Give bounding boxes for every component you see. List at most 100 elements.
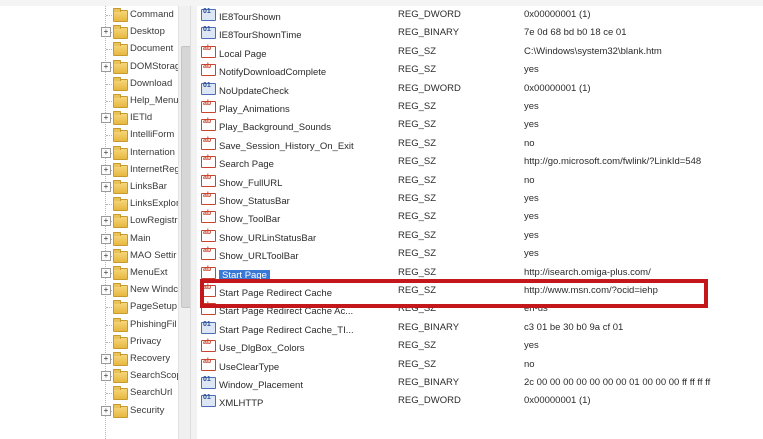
expand-toggle-icon[interactable]: + [101, 405, 111, 416]
expand-toggle-icon[interactable]: + [101, 182, 111, 192]
tree-item-label: DOMStorag [130, 60, 181, 72]
value-row[interactable]: Play_Animations REG_SZ yes [197, 99, 763, 117]
expand-toggle-icon[interactable]: + [101, 268, 111, 278]
tree-item[interactable]: Command [0, 7, 190, 24]
expand-toggle-icon[interactable]: + [101, 250, 111, 261]
expand-toggle-icon[interactable]: + [101, 216, 111, 227]
tree-item[interactable]: SearchUrl [0, 385, 190, 402]
value-row[interactable]: Show_URLinStatusBar REG_SZ yes [197, 228, 763, 246]
tree-item-label: SearchUrl [130, 387, 173, 399]
tree-item[interactable]: + Security [0, 403, 190, 420]
value-row[interactable]: Show_StatusBar REG_SZ yes [197, 191, 763, 209]
folder-icon [113, 403, 128, 418]
tree-item[interactable]: + Recovery [0, 351, 190, 368]
value-data: yes [524, 229, 539, 241]
expand-toggle-icon[interactable]: + [101, 354, 111, 364]
value-row[interactable]: UseClearType REG_SZ no [197, 357, 763, 375]
value-row[interactable]: Play_Background_Sounds REG_SZ yes [197, 117, 763, 135]
value-name-text: Save_Session_History_On_Exit [219, 140, 354, 152]
value-name-text: UseClearType [219, 361, 280, 373]
expand-toggle-icon[interactable]: + [101, 61, 111, 72]
value-type: REG_SZ [398, 119, 437, 131]
value-row[interactable]: IE8TourShownTime REG_BINARY 7e 0d 68 bd b0… [197, 25, 763, 43]
tree-item[interactable]: + DOMStorag [0, 59, 190, 76]
tree-item[interactable]: + Main [0, 231, 190, 248]
tree-item[interactable]: Privacy [0, 334, 190, 351]
value-data: yes [524, 193, 539, 204]
tree-scrollbar[interactable] [178, 6, 190, 439]
value-row[interactable]: Save_Session_History_On_Exit REG_SZ no [197, 136, 763, 154]
expand-toggle-icon[interactable]: + [101, 164, 111, 175]
value-name: Save_Session_History_On_Exit [201, 137, 354, 152]
value-name-text: Show_ToolBar [219, 214, 281, 226]
expand-toggle-icon[interactable]: + [101, 371, 111, 382]
value-row[interactable]: Show_URLToolBar REG_SZ yes [197, 246, 763, 264]
tree-item[interactable]: + MAO Settir [0, 248, 190, 265]
value-data: http://go.microsoft.com/fwlink/?LinkId=5… [524, 156, 702, 168]
tree-item-label: LinksBar [130, 181, 167, 192]
tree-item[interactable]: + New Windc [0, 282, 190, 299]
value-row[interactable]: NotifyDownloadComplete REG_SZ yes [197, 62, 763, 80]
tree-item[interactable]: LinksExplor [0, 196, 190, 213]
value-row[interactable]: Local Page REG_SZ C:\Windows\system32\blan… [197, 44, 763, 62]
value-type: REG_SZ [398, 266, 437, 278]
tree-item-label: Desktop [130, 26, 165, 38]
registry-tree-pane[interactable]: Command + Desktop Document + DOMStorag Downloa… [0, 6, 190, 439]
tree-item[interactable]: + LinksBar [0, 179, 190, 196]
value-row[interactable]: Window_Placement REG_BINARY 2c 00 00 00 00… [197, 375, 763, 393]
value-row[interactable]: Use_DlgBox_Colors REG_SZ yes [197, 338, 763, 356]
tree-item[interactable]: + Desktop [0, 24, 190, 41]
value-data: yes [524, 64, 539, 76]
string-value-icon [201, 137, 216, 150]
tree-item[interactable]: IntelliForm [0, 127, 190, 144]
value-row[interactable]: Show_ToolBar REG_SZ yes [197, 209, 763, 227]
tree-item[interactable]: + IETld [0, 110, 190, 127]
value-name-text: Play_Background_Sounds [219, 122, 331, 134]
value-type: REG_SZ [398, 174, 437, 186]
tree-item-label: Internation [130, 146, 175, 158]
expand-toggle-icon[interactable]: + [101, 27, 111, 38]
string-value-icon [201, 339, 216, 353]
value-row[interactable]: XMLHTTP REG_DWORD 0x00000001 (1) [197, 393, 763, 411]
folder-icon [113, 76, 128, 91]
tree-scrollbar-thumb[interactable] [181, 46, 190, 308]
expand-toggle-icon[interactable]: + [101, 285, 111, 296]
value-type: REG_DWORD [398, 395, 461, 407]
binary-value-icon [201, 8, 216, 21]
value-name: Start Page Redirect Cache_TI... [201, 321, 354, 336]
tree-item-label: MAO Settir [130, 249, 177, 261]
tree-item[interactable]: Download [0, 76, 190, 93]
value-name: Local Page [201, 45, 267, 60]
value-data: yes [524, 211, 539, 223]
value-row[interactable]: NoUpdateCheck REG_DWORD 0x00000001 (1) [197, 81, 763, 99]
value-type: REG_SZ [398, 45, 437, 57]
folder-icon [113, 145, 128, 160]
value-data: 0x00000001 (1) [524, 395, 591, 407]
expand-toggle-icon[interactable]: + [101, 233, 111, 244]
tree-item[interactable]: PhishingFil [0, 317, 190, 334]
string-value-icon [201, 100, 216, 113]
value-name-text: IE8TourShown [219, 12, 281, 23]
tree-item[interactable]: + LowRegistr [0, 213, 190, 230]
expand-toggle-icon[interactable]: + [101, 113, 111, 124]
tree-item[interactable]: Document [0, 41, 190, 58]
value-type: REG_BINARY [398, 27, 460, 39]
value-name: NotifyDownloadComplete [201, 63, 326, 78]
tree-item[interactable]: Help_Menu [0, 93, 190, 110]
tree-item[interactable]: + InternetReg [0, 162, 190, 179]
registry-values-pane[interactable]: IE8TourShownREG_DWORD0x00000001 (1)IE8To… [197, 6, 763, 439]
string-value-icon [201, 118, 216, 132]
value-name-text: Show_StatusBar [219, 196, 290, 207]
value-row[interactable]: IE8TourShown REG_DWORD 0x00000001 (1) [197, 7, 763, 25]
registry-editor-window: Command + Desktop Document + DOMStorag Downloa… [0, 0, 763, 439]
tree-item[interactable]: + MenuExt [0, 265, 190, 282]
tree-item[interactable]: + SearchScop [0, 368, 190, 385]
folder-icon [113, 283, 128, 298]
expand-toggle-icon[interactable]: + [101, 147, 111, 158]
tree-item[interactable]: PageSetup [0, 299, 190, 316]
tree-item[interactable]: + Internation [0, 145, 190, 162]
value-row[interactable]: Search Page REG_SZ http://go.microsoft.com… [197, 154, 763, 172]
value-row[interactable]: Show_FullURL REG_SZ no [197, 173, 763, 191]
value-name: Play_Animations [201, 100, 290, 115]
value-row[interactable]: Start Page Redirect Cache_TI... REG_BINAR… [197, 320, 763, 338]
